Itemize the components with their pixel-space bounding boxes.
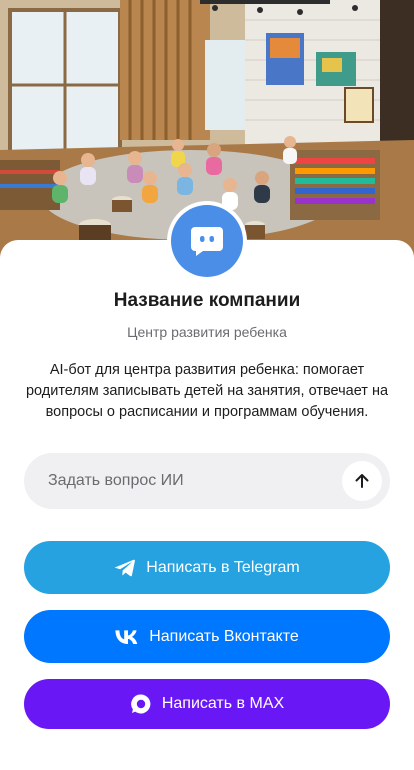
company-tagline: Центр развития ребенка <box>127 324 287 340</box>
telegram-button-label: Написать в Telegram <box>146 558 300 576</box>
max-button[interactable]: Написать в MAX <box>24 679 390 729</box>
avatar-circle <box>171 205 243 277</box>
company-description: AI-бот для центра развития ребенка: помо… <box>25 362 389 420</box>
chat-bubble-icon <box>191 227 223 256</box>
telegram-button[interactable]: Написать в Telegram <box>24 541 390 594</box>
vk-button[interactable]: Написать Вконтакте <box>24 610 390 663</box>
company-avatar <box>167 201 247 281</box>
send-button[interactable] <box>342 461 382 501</box>
company-name: Название компании <box>113 290 301 311</box>
ask-ai-bar <box>24 453 390 509</box>
vk-button-label: Написать Вконтакте <box>149 627 299 645</box>
telegram-icon <box>115 559 136 576</box>
vk-icon <box>115 629 138 644</box>
max-button-label: Написать в MAX <box>161 695 285 712</box>
max-icon <box>131 694 151 714</box>
ask-ai-input[interactable] <box>48 472 342 490</box>
arrow-up-icon <box>355 474 369 488</box>
